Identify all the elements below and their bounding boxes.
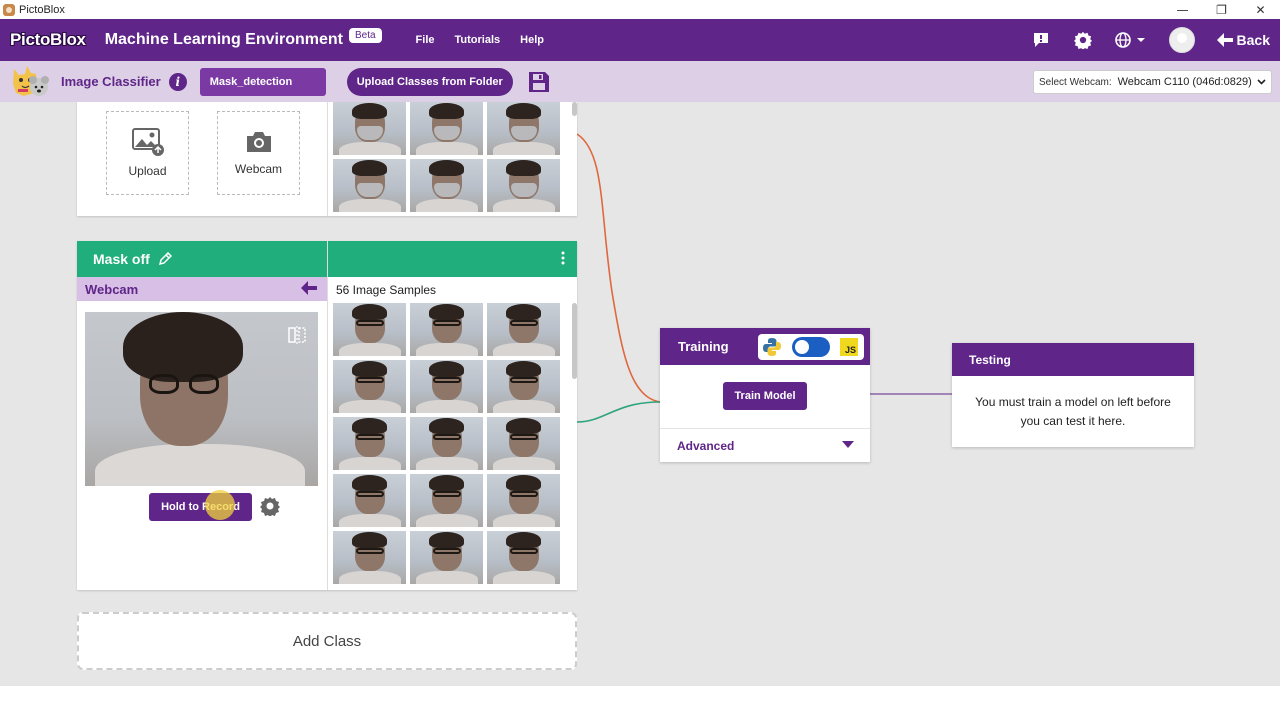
samples-count-label: 56 Image Samples [336, 283, 437, 297]
class-name[interactable]: Mask off [93, 251, 150, 267]
close-window-button[interactable]: ✕ [1241, 0, 1280, 19]
python-js-switch[interactable] [792, 337, 830, 357]
sample-thumbnail[interactable] [333, 159, 406, 212]
restore-button[interactable]: ❐ [1202, 0, 1241, 19]
python-icon [763, 338, 781, 356]
class-card-mask-on: Upload Webcam [77, 102, 577, 216]
advanced-options-toggle[interactable]: Advanced [660, 428, 870, 462]
edit-pencil-icon[interactable] [158, 252, 172, 266]
webcam-select-label: Select Webcam: [1039, 76, 1112, 88]
class-card-mask-off: Mask off Webcam 56 Image Samples Hold to… [77, 241, 577, 590]
sample-thumbnail[interactable] [487, 360, 560, 413]
sample-thumbnail[interactable] [410, 159, 483, 212]
webcam-select[interactable]: Select Webcam: Webcam C110 (046d:0829) [1033, 70, 1272, 94]
sample-thumbnail[interactable] [487, 303, 560, 356]
classifier-type-title: Image Classifier [61, 74, 161, 89]
testing-panel: Testing You must train a model on left b… [952, 343, 1194, 447]
samples-scrollbar[interactable] [572, 102, 577, 116]
bottom-strip [0, 686, 1280, 720]
project-name-field[interactable]: Mask_detection [199, 67, 326, 96]
topbar-actions: Back [1009, 19, 1270, 61]
sample-thumbnail[interactable] [333, 417, 406, 470]
sample-thumbnail[interactable] [410, 474, 483, 527]
advanced-label: Advanced [677, 438, 735, 453]
training-panel: Training JS Train Model Advanced [660, 328, 870, 462]
menu-tutorials[interactable]: Tutorials [455, 34, 501, 46]
sample-thumbnail[interactable] [410, 360, 483, 413]
sample-thumbnail[interactable] [487, 159, 560, 212]
pictoblox-app-icon [3, 3, 15, 16]
testing-message: You must train a model on left before yo… [975, 395, 1171, 428]
top-navigation-bar: PictoBlox Machine Learning Environment B… [0, 19, 1280, 61]
flip-camera-icon[interactable] [288, 326, 306, 344]
training-header: Training JS [660, 328, 870, 365]
mascot-icon [10, 63, 52, 101]
card-divider [327, 241, 328, 590]
training-title: Training [678, 339, 729, 354]
sample-thumbnail[interactable] [487, 417, 560, 470]
profile-avatar[interactable] [1168, 27, 1195, 53]
save-icon[interactable] [528, 71, 550, 93]
train-model-button[interactable]: Train Model [723, 382, 807, 410]
back-button[interactable]: Back [1216, 32, 1270, 48]
minimize-button[interactable]: — [1163, 0, 1202, 19]
sample-thumbnail[interactable] [410, 102, 483, 155]
webcam-panel-header: Webcam [77, 277, 327, 301]
webcam-preview [85, 312, 318, 486]
webcam-select-value: Webcam C110 (046d:0829) [1117, 76, 1252, 88]
window-controls: — ❐ ✕ [1163, 0, 1280, 19]
pictoblox-logo[interactable]: PictoBlox [10, 30, 86, 50]
cursor-highlight [205, 490, 235, 520]
samples-scrollbar[interactable] [572, 303, 577, 379]
sample-thumbnail[interactable] [410, 417, 483, 470]
beta-badge: Beta [348, 27, 382, 43]
sample-thumbnail[interactable] [410, 303, 483, 356]
sample-thumbnail[interactable] [333, 474, 406, 527]
sample-thumbnail[interactable] [333, 360, 406, 413]
add-class-button[interactable]: Add Class [77, 612, 577, 670]
upload-source-box[interactable]: Upload [106, 111, 189, 195]
image-upload-icon [131, 128, 164, 156]
back-label: Back [1236, 32, 1270, 48]
connector-class1-to-training [576, 133, 661, 403]
camera-icon [246, 132, 271, 152]
connector-class2-to-training [576, 401, 661, 423]
window-title-bar: PictoBlox — ❐ ✕ [0, 0, 1280, 19]
webcam-panel-title: Webcam [85, 281, 139, 297]
menu-file[interactable]: File [416, 34, 435, 46]
arrow-left-icon [1216, 33, 1233, 47]
sample-thumbnail[interactable] [333, 531, 406, 584]
menu-help[interactable]: Help [520, 34, 544, 46]
info-icon[interactable]: i [168, 72, 187, 91]
window-title: PictoBlox [19, 3, 65, 16]
sample-thumbnail[interactable] [487, 102, 560, 155]
settings-gear-icon[interactable] [1073, 30, 1093, 50]
hold-to-record-button[interactable]: Hold to Record [149, 493, 252, 521]
webcam-label: Webcam [234, 162, 283, 176]
chevron-down-icon [1257, 79, 1266, 85]
javascript-icon: JS [840, 338, 858, 356]
upload-classes-from-folder-button[interactable]: Upload Classes from Folder [346, 67, 513, 96]
language-toggle[interactable]: JS [758, 334, 864, 360]
sample-thumbnail[interactable] [410, 531, 483, 584]
environment-title: Machine Learning Environment [104, 31, 343, 48]
testing-header: Testing [952, 343, 1194, 376]
feedback-icon[interactable] [1031, 30, 1051, 50]
mask-on-samples-grid [333, 102, 560, 212]
mask-off-samples-grid [333, 303, 560, 584]
upload-label: Upload [128, 164, 167, 178]
sample-thumbnail[interactable] [333, 303, 406, 356]
sample-thumbnail[interactable] [333, 102, 406, 155]
ml-workspace: Upload Webcam Mask off Webcam 56 Image S… [0, 102, 1280, 686]
sample-thumbnail[interactable] [487, 531, 560, 584]
arrow-left-icon[interactable] [301, 281, 317, 295]
webcam-source-box[interactable]: Webcam [217, 111, 300, 195]
caret-down-icon [842, 441, 854, 448]
more-options-icon[interactable] [561, 251, 565, 265]
card-divider [327, 102, 328, 216]
language-globe-icon[interactable] [1114, 30, 1147, 50]
record-settings-gear-icon[interactable] [260, 496, 280, 516]
classifier-toolbar: Image Classifier i Mask_detection Upload… [0, 61, 1280, 102]
sample-thumbnail[interactable] [487, 474, 560, 527]
